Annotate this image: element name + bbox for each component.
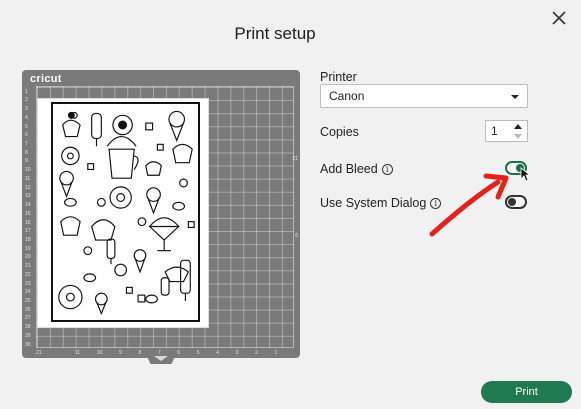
ruler-tick-label: 27 <box>25 315 31 322</box>
print-page-preview <box>37 98 209 328</box>
ruler-tick-label: 4 <box>25 114 28 121</box>
ruler-tick-label: 21 <box>36 350 42 356</box>
ruler-tick-label: 16 <box>25 219 31 226</box>
ruler-tick-label: 2 <box>25 97 28 104</box>
ruler-tick-label: 21 <box>25 263 31 270</box>
ruler-tick-label: 13 <box>25 193 31 200</box>
dialog-title: Print setup <box>234 24 316 43</box>
ruler-tick-label: 22 <box>25 271 31 278</box>
ruler-tick-label: 6 <box>25 132 28 139</box>
add-bleed-toggle[interactable] <box>505 161 527 175</box>
ruler-tick-label: 1 <box>274 350 278 356</box>
ruler-tick-label: 3 <box>235 350 239 356</box>
ruler-tick-label: 9 <box>25 158 28 165</box>
ruler-tick-label: 18 <box>25 236 31 243</box>
cricut-logo: cricut <box>30 73 62 85</box>
ruler-tick-label: 8 <box>25 149 28 156</box>
system-dialog-toggle[interactable] <box>505 195 527 209</box>
ruler-tick-label: 19 <box>25 245 31 252</box>
ruler-tick-label: 23 <box>25 280 31 287</box>
ruler-tick-label: 28 <box>25 324 31 331</box>
left-ruler: 1 2 3 4 5 6 7 8 9 10 11 12 13 14 15 16 17 18 19 20 21 22 23 24 2… <box>25 86 35 348</box>
system-dialog-label: Use System Dialog <box>320 196 427 210</box>
copies-label: Copies <box>320 125 359 139</box>
ruler-tick-label: 26 <box>25 306 31 313</box>
print-button[interactable]: Print <box>481 381 572 403</box>
copies-value: 1 <box>491 124 498 138</box>
mat-load-tab <box>146 354 176 364</box>
toggle-knob <box>516 164 524 172</box>
coloring-page-artwork <box>51 102 200 322</box>
ruler-tick-label: 2 <box>255 350 258 356</box>
ruler-tick-label: 17 <box>25 228 31 235</box>
ruler-tick-label: 9 <box>118 350 122 356</box>
ruler-tick-label: 1 <box>25 88 28 95</box>
system-dialog-row: Use System Dialog i <box>320 196 442 210</box>
ruler-tick-label: 14 <box>25 202 31 209</box>
printer-label: Printer <box>320 70 357 84</box>
chevron-down-icon <box>511 95 519 99</box>
ruler-tick-label: 6 <box>177 350 181 356</box>
ruler-tick-label: 25 <box>25 297 31 304</box>
ruler-tick-label: 8 <box>138 350 142 356</box>
dessert-illustration <box>58 110 195 316</box>
ruler-tick-label: 11 <box>25 175 31 182</box>
printer-select[interactable]: Canon <box>320 84 528 108</box>
ruler-tick-label: 29 <box>25 332 31 339</box>
ruler-tick-label: 11 <box>74 350 81 356</box>
increment-icon[interactable] <box>514 124 522 129</box>
ruler-tick-label: 3 <box>25 106 28 113</box>
info-icon[interactable]: i <box>381 164 393 175</box>
info-icon[interactable]: i <box>430 198 442 209</box>
ruler-tick-label: 5 <box>196 350 200 356</box>
ruler-tick-label: 12 <box>25 184 31 191</box>
add-bleed-row: Add Bleed i <box>320 162 393 176</box>
ruler-tick-label: 30 <box>25 341 31 348</box>
ruler-tick-label: 10 <box>25 167 31 174</box>
toggle-knob <box>508 198 516 206</box>
ruler-tick-label: 4 <box>216 350 219 356</box>
decrement-icon[interactable] <box>514 134 522 139</box>
ruler-tick-label: 15 <box>25 210 31 217</box>
ruler-tick-label: 5 <box>25 123 28 130</box>
add-bleed-label: Add Bleed <box>320 162 378 176</box>
printer-value: Canon <box>329 89 365 103</box>
ruler-tick-label: 7 <box>25 141 28 148</box>
ruler-tick-label: 10 <box>96 350 103 356</box>
ruler-tick-label: 24 <box>25 289 31 296</box>
close-icon[interactable] <box>551 10 567 26</box>
ruler-tick-label: 20 <box>25 254 31 261</box>
copies-stepper[interactable]: 1 <box>485 120 528 142</box>
